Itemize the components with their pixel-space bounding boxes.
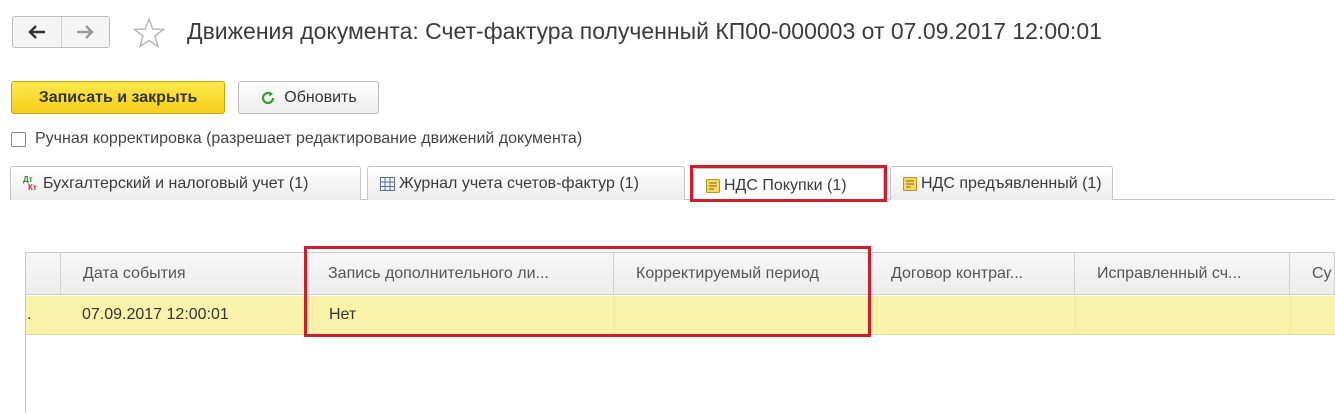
tab-label: НДС предъявленный (1): [921, 174, 1102, 192]
refresh-label: Обновить: [284, 88, 357, 106]
back-button[interactable]: [13, 17, 61, 47]
page-title: Движения документа: Счет-фактура получен…: [187, 18, 1102, 44]
highlight-active-tab: [690, 165, 887, 202]
register-icon: [903, 176, 917, 191]
tab-label: Бухгалтерский и налоговый учет (1): [43, 174, 309, 192]
column-header-amount[interactable]: Су: [1290, 253, 1335, 295]
tab-invoice-journal[interactable]: Журнал учета счетов-фактур (1): [367, 166, 685, 200]
row-marker: .: [27, 306, 32, 323]
manual-edit-row: Ручная корректировка (разрешает редактир…: [11, 130, 582, 148]
save-and-close-button[interactable]: Записать и закрыть: [11, 81, 225, 114]
tab-label: Журнал учета счетов-фактур (1): [399, 174, 639, 192]
star-outline-icon[interactable]: [132, 16, 166, 50]
table-icon: [380, 176, 395, 191]
cell-amount[interactable]: [1313, 296, 1333, 334]
column-divider: [1075, 296, 1076, 334]
tab-accounting[interactable]: Дт Кт Бухгалтерский и налоговый учет (1): [10, 166, 361, 200]
arrow-left-icon: [28, 25, 45, 39]
highlight-columns: [304, 246, 871, 337]
refresh-button[interactable]: Обновить: [238, 81, 379, 114]
tab-vat-presented[interactable]: НДС предъявленный (1): [890, 166, 1113, 200]
cell-event-date[interactable]: 07.09.2017 12:00:01: [82, 296, 229, 334]
cell-contract[interactable]: [892, 296, 1072, 334]
manual-edit-checkbox[interactable]: [11, 131, 26, 147]
dt-kt-icon: Дт Кт: [23, 174, 37, 192]
arrow-right-icon: [77, 25, 94, 39]
navigation-buttons: [12, 16, 110, 48]
refresh-icon: [262, 91, 275, 104]
column-header-contract[interactable]: Договор контраг...: [869, 253, 1075, 295]
column-header-corrected-invoice[interactable]: Исправленный сч...: [1075, 253, 1290, 295]
column-header-marker[interactable]: [26, 253, 61, 295]
cell-corrected-invoice[interactable]: [1098, 296, 1288, 334]
forward-button[interactable]: [60, 17, 110, 47]
manual-edit-label: Ручная корректировка (разрешает редактир…: [35, 130, 583, 147]
column-header-event-date[interactable]: Дата события: [61, 253, 306, 295]
column-divider: [1290, 296, 1291, 334]
